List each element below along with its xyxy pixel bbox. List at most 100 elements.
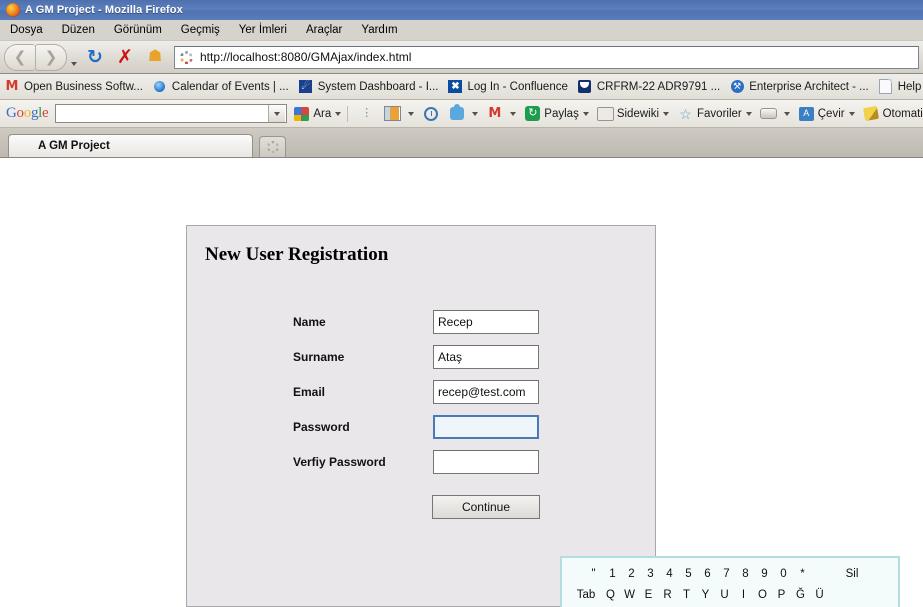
key-1[interactable]: 1 <box>603 568 622 580</box>
chevron-down-icon[interactable] <box>783 111 790 116</box>
puzzle-icon <box>448 104 465 122</box>
key-quote[interactable]: " <box>584 568 603 580</box>
chevron-down-icon[interactable] <box>848 111 855 116</box>
key-g-breve[interactable]: Ğ <box>791 589 810 601</box>
bookmark-crfrm-22[interactable]: CRFRM-22 ADR9791 ... <box>577 79 720 95</box>
crf-icon <box>577 79 593 95</box>
bookmark-open-business-software[interactable]: M Open Business Softw... <box>4 79 143 95</box>
key-4[interactable]: 4 <box>660 568 679 580</box>
chevron-down-icon[interactable] <box>510 111 517 116</box>
key-2[interactable]: 2 <box>622 568 641 580</box>
key-r[interactable]: R <box>658 589 677 601</box>
google-toolbar-cevir[interactable]: A Çevir <box>798 105 857 122</box>
chevron-down-icon[interactable] <box>268 105 286 122</box>
menu-label: Yardım <box>361 24 398 36</box>
menu-item-yardim[interactable]: Yardım <box>361 24 397 36</box>
bookmark-system-dashboard[interactable]: ☄ System Dashboard - I... <box>298 79 439 95</box>
google-toolbar-puzzle[interactable] <box>448 104 480 122</box>
menu-item-dosya[interactable]: Dosya <box>10 24 43 36</box>
label-password: Password <box>293 420 350 434</box>
key-u-umlaut[interactable]: Ü <box>810 589 829 601</box>
key-p[interactable]: P <box>772 589 791 601</box>
google-toolbar-otomatik-doldur[interactable]: Otomatik D <box>863 105 923 122</box>
item-label: Otomatik D <box>882 107 923 120</box>
google-toolbar-updown[interactable]: ⋮ <box>358 105 378 122</box>
menu-label: Geçmiş <box>180 24 220 36</box>
key-9[interactable]: 9 <box>755 568 774 580</box>
logo-char: o <box>16 105 25 121</box>
key-7[interactable]: 7 <box>717 568 736 580</box>
reload-icon[interactable]: ↻ <box>80 44 110 70</box>
bookmark-calendar-of-events[interactable]: Calendar of Events | ... <box>152 79 289 95</box>
item-label: Ara <box>313 107 332 120</box>
bookmark-enterprise-architect[interactable]: ⚒ Enterprise Architect - ... <box>729 79 869 95</box>
key-0[interactable]: 0 <box>774 568 793 580</box>
form-row-submit: Continue <box>432 495 540 519</box>
key-3[interactable]: 3 <box>641 568 660 580</box>
new-tab-icon[interactable] <box>259 136 286 157</box>
menu-item-yer-imleri[interactable]: Yer İmleri <box>239 24 287 36</box>
chevron-down-icon[interactable] <box>335 111 342 116</box>
bookmarks-toolbar: M Open Business Softw... Calendar of Eve… <box>0 74 923 100</box>
bookmark-label: System Dashboard - I... <box>317 80 439 93</box>
key-5[interactable]: 5 <box>679 568 698 580</box>
key-tab[interactable]: Tab <box>571 589 601 601</box>
google-search-input[interactable] <box>55 104 288 123</box>
google-toolbar-blank[interactable] <box>759 105 792 122</box>
back-arrow-icon[interactable]: ❮ <box>4 43 35 71</box>
continue-button[interactable]: Continue <box>432 495 540 519</box>
google-toolbar-gmail[interactable]: M <box>486 105 518 122</box>
chevron-down-icon[interactable] <box>67 45 80 70</box>
home-icon[interactable]: ☗ <box>140 44 170 70</box>
key-sil[interactable]: Sil <box>830 568 874 580</box>
menu-item-gecmis[interactable]: Geçmiş <box>181 24 220 36</box>
key-t[interactable]: T <box>677 589 696 601</box>
name-input[interactable]: Recep <box>433 310 539 334</box>
chevron-down-icon[interactable] <box>663 111 670 116</box>
form-row-password: Password <box>293 415 539 439</box>
chevron-down-icon[interactable] <box>472 111 479 116</box>
google-toolbar-paylas[interactable]: ↻ Paylaş <box>524 105 591 122</box>
google-toolbar-sidewiki[interactable]: Sidewiki <box>596 105 671 122</box>
chevron-down-icon[interactable] <box>408 111 415 116</box>
key-y[interactable]: Y <box>696 589 715 601</box>
key-6[interactable]: 6 <box>698 568 717 580</box>
bookmark-log-in-confluence[interactable]: ✖ Log In - Confluence <box>447 79 568 95</box>
google-toolbar-ara[interactable]: Ara <box>293 105 343 122</box>
menu-item-duzen[interactable]: Düzen <box>62 24 95 36</box>
bookmark-help[interactable]: Help - <box>878 79 923 95</box>
chevron-down-icon[interactable] <box>745 111 752 116</box>
stop-icon[interactable]: ✗ <box>110 44 140 70</box>
key-asterisk[interactable]: * <box>793 568 812 580</box>
password-input[interactable] <box>433 415 539 439</box>
google-toolbar-history[interactable] <box>422 105 442 122</box>
confluence-icon: ✖ <box>447 79 463 95</box>
key-w[interactable]: W <box>620 589 639 601</box>
form-row-email: Email recep@test.com <box>293 380 539 404</box>
email-input[interactable]: recep@test.com <box>433 380 539 404</box>
key-o[interactable]: O <box>753 589 772 601</box>
surname-input[interactable]: Ataş <box>433 345 539 369</box>
calendar-icon <box>152 79 168 95</box>
firefox-window: A GM Project - Mozilla Firefox Dosya Düz… <box>0 0 923 607</box>
google-logo: Google <box>6 105 49 122</box>
key-i[interactable]: I <box>734 589 753 601</box>
url-text[interactable]: http://localhost:8080/GMAjax/index.html <box>200 50 411 64</box>
key-8[interactable]: 8 <box>736 568 755 580</box>
key-e[interactable]: E <box>639 589 658 601</box>
label-name: Name <box>293 315 326 329</box>
url-bar[interactable]: http://localhost:8080/GMAjax/index.html <box>174 45 919 69</box>
updown-icon: ⋮ <box>361 107 373 119</box>
menu-item-gorunum[interactable]: Görünüm <box>114 24 162 36</box>
key-u[interactable]: U <box>715 589 734 601</box>
forward-arrow-icon[interactable]: ❯ <box>35 43 67 71</box>
key-q[interactable]: Q <box>601 589 620 601</box>
item-label: Favoriler <box>697 107 742 120</box>
google-toolbar-favoriler[interactable]: ☆ Favoriler <box>677 105 754 122</box>
item-label: Paylaş <box>544 107 579 120</box>
chevron-down-icon[interactable] <box>582 111 589 116</box>
menu-item-araclar[interactable]: Araçlar <box>306 24 342 36</box>
tab-a-gm-project[interactable]: A GM Project <box>8 134 253 157</box>
google-toolbar-popup-blocker[interactable] <box>384 105 416 122</box>
verify-password-input[interactable] <box>433 450 539 474</box>
